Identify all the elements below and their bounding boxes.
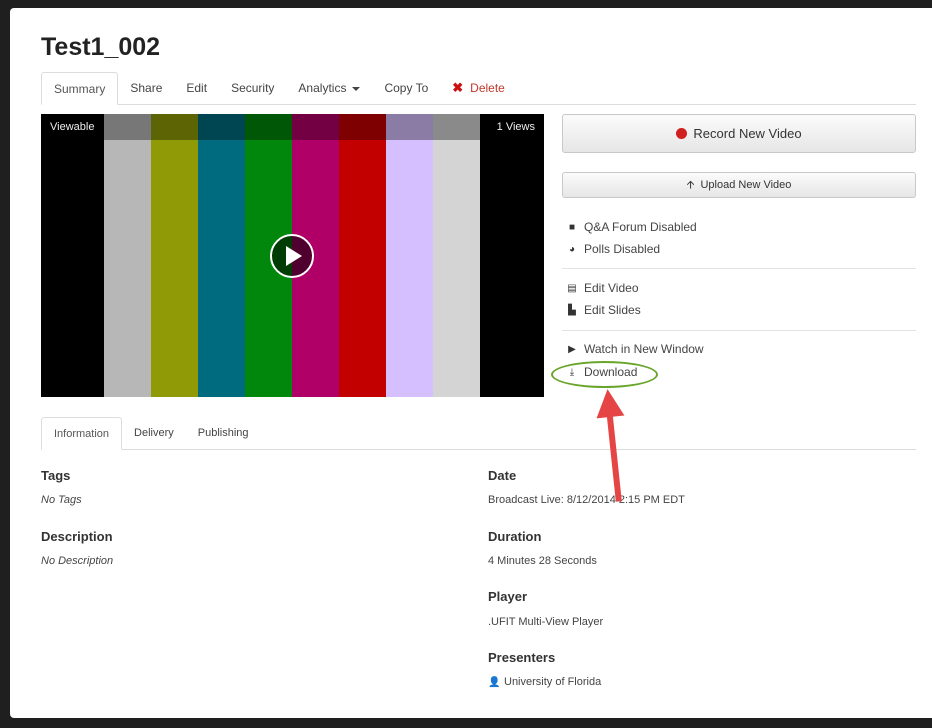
play-icon bbox=[286, 246, 302, 266]
color-bar bbox=[198, 114, 245, 397]
tab-delete[interactable]: ✖ Delete bbox=[440, 71, 517, 104]
top-tab-bar: Summary Share Edit Security Analytics Co… bbox=[41, 72, 916, 105]
page-title: Test1_002 bbox=[41, 33, 161, 61]
file-icon: ▙ bbox=[568, 304, 576, 316]
tab-copy-to[interactable]: Copy To bbox=[372, 71, 440, 104]
edit-video-label: Edit Video bbox=[584, 281, 639, 295]
tab-information-label: Information bbox=[54, 427, 110, 440]
date-label: Date bbox=[488, 468, 517, 483]
viewable-status: Viewable bbox=[50, 121, 95, 133]
presenter-item[interactable]: 👤 University of Florida bbox=[488, 676, 601, 688]
qa-forum-link[interactable]: ■ Q&A Forum Disabled bbox=[565, 220, 697, 234]
color-bar-shade bbox=[198, 114, 245, 140]
edit-slides-link[interactable]: ▙ Edit Slides bbox=[565, 303, 641, 317]
info-tab-bar: Information Delivery Publishing bbox=[41, 417, 916, 450]
date-value: Broadcast Live: 8/12/2014 2:15 PM EDT bbox=[488, 494, 685, 506]
color-bar bbox=[433, 114, 480, 397]
tab-share-label: Share bbox=[130, 80, 163, 95]
video-player[interactable]: Viewable 1 Views bbox=[41, 114, 544, 397]
color-bar-shade bbox=[386, 114, 433, 140]
tab-analytics-label: Analytics bbox=[298, 80, 347, 95]
player-value: .UFIT Multi-View Player bbox=[488, 616, 604, 628]
play-small-icon: ▶ bbox=[568, 343, 576, 355]
watch-new-window-link[interactable]: ▶ Watch in New Window bbox=[565, 342, 704, 356]
color-bar-shade bbox=[433, 114, 480, 140]
tab-delete-label: Delete bbox=[470, 80, 505, 95]
color-bar bbox=[480, 114, 544, 397]
tab-publishing-label: Publishing bbox=[197, 426, 249, 439]
record-button-label: Record New Video bbox=[693, 126, 802, 141]
tab-share[interactable]: Share bbox=[118, 71, 174, 104]
color-bar-shade bbox=[104, 114, 151, 140]
video-detail-panel: Test1_002 Summary Share Edit Security An… bbox=[10, 8, 932, 718]
tab-analytics[interactable]: Analytics bbox=[286, 71, 372, 104]
tags-value: No Tags bbox=[41, 494, 82, 506]
duration-label: Duration bbox=[488, 529, 542, 544]
color-bar bbox=[339, 114, 386, 397]
record-dot-icon bbox=[676, 128, 688, 139]
watch-new-window-label: Watch in New Window bbox=[584, 342, 704, 356]
color-bar bbox=[41, 114, 104, 397]
tab-summary[interactable]: Summary bbox=[41, 72, 119, 105]
description-label: Description bbox=[41, 529, 113, 544]
color-bar-shade bbox=[339, 114, 386, 140]
edit-video-link[interactable]: ▤ Edit Video bbox=[565, 281, 639, 295]
tab-publishing[interactable]: Publishing bbox=[186, 416, 261, 449]
user-icon: 👤 bbox=[488, 677, 501, 688]
upload-button-label: Upload New Video bbox=[700, 179, 792, 191]
polls-link[interactable]: ◕ Polls Disabled bbox=[565, 242, 660, 256]
qa-forum-label: Q&A Forum Disabled bbox=[584, 220, 697, 234]
tab-delivery[interactable]: Delivery bbox=[122, 416, 186, 449]
tab-copy-to-label: Copy To bbox=[384, 80, 429, 95]
presenter-name: University of Florida bbox=[504, 676, 602, 688]
color-bar-shade bbox=[245, 114, 292, 140]
divider bbox=[562, 330, 916, 331]
tab-summary-label: Summary bbox=[54, 81, 106, 96]
annotation-highlight-ellipse bbox=[551, 361, 658, 388]
pie-chart-icon: ◕ bbox=[568, 243, 576, 255]
presenters-label: Presenters bbox=[488, 650, 556, 665]
tab-security[interactable]: Security bbox=[219, 71, 286, 104]
upload-new-video-button[interactable]: 🡩 Upload New Video bbox=[562, 172, 916, 198]
color-bar bbox=[104, 114, 151, 397]
views-count: 1 Views bbox=[496, 121, 535, 133]
record-new-video-button[interactable]: Record New Video bbox=[562, 114, 916, 153]
delete-x-icon: ✖ bbox=[452, 79, 464, 95]
tab-information[interactable]: Information bbox=[41, 417, 123, 450]
duration-value: 4 Minutes 28 Seconds bbox=[488, 555, 597, 567]
color-bar bbox=[386, 114, 433, 397]
tab-edit[interactable]: Edit bbox=[174, 71, 219, 104]
description-value: No Description bbox=[41, 555, 114, 567]
color-bar-shade bbox=[151, 114, 198, 140]
tab-delivery-label: Delivery bbox=[134, 426, 174, 439]
tab-edit-label: Edit bbox=[186, 80, 208, 95]
divider bbox=[562, 268, 916, 269]
color-bar bbox=[151, 114, 198, 397]
polls-label: Polls Disabled bbox=[584, 242, 661, 256]
film-icon: ▤ bbox=[567, 282, 577, 294]
tags-label: Tags bbox=[41, 468, 71, 483]
tab-security-label: Security bbox=[231, 80, 275, 95]
player-label: Player bbox=[488, 589, 528, 604]
edit-slides-label: Edit Slides bbox=[584, 303, 641, 317]
caret-down-icon bbox=[352, 86, 361, 91]
play-button[interactable] bbox=[270, 234, 314, 278]
up-arrow-icon: 🡩 bbox=[686, 178, 695, 191]
comment-icon: ■ bbox=[568, 221, 576, 233]
color-bar-shade bbox=[292, 114, 339, 140]
